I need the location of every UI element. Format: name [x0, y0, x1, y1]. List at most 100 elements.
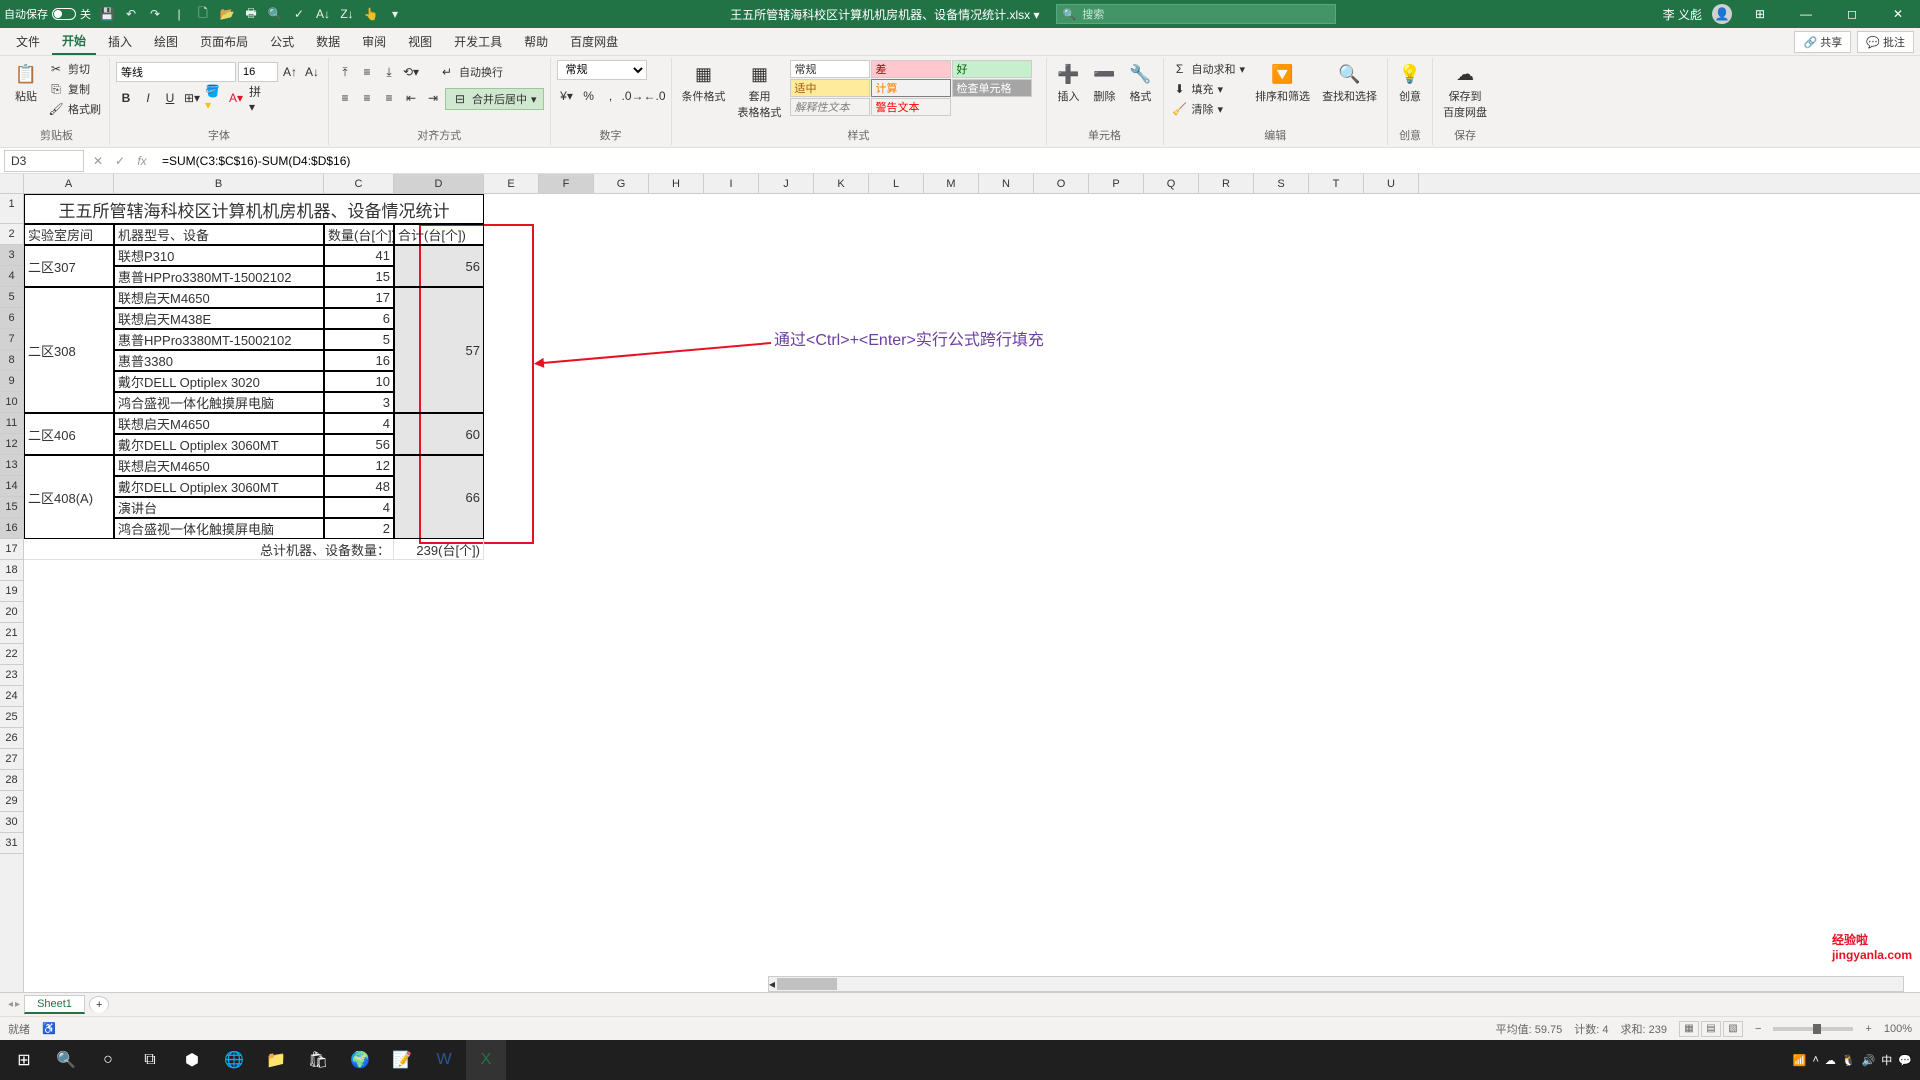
- font-name-select[interactable]: [116, 62, 236, 82]
- font-color-button[interactable]: A▾: [226, 88, 246, 108]
- open-icon[interactable]: 📂: [219, 6, 235, 22]
- tab-help[interactable]: 帮助: [514, 29, 558, 54]
- row-header-23[interactable]: 23: [0, 665, 23, 686]
- name-box[interactable]: D3: [4, 150, 84, 172]
- view-layout-icon[interactable]: ▤: [1701, 1021, 1721, 1037]
- filename[interactable]: 王五所管辖海科校区计算机机房机器、设备情况统计.xlsx ▾: [730, 6, 1039, 23]
- accessibility-icon[interactable]: ♿: [42, 1022, 56, 1035]
- row-header-25[interactable]: 25: [0, 707, 23, 728]
- format-cell-button[interactable]: 🔧格式: [1125, 60, 1157, 106]
- row-header-27[interactable]: 27: [0, 749, 23, 770]
- autosum-button[interactable]: Σ自动求和 ▾: [1170, 60, 1248, 78]
- col-header-B[interactable]: B: [114, 174, 324, 193]
- row-header-12[interactable]: 12: [0, 434, 23, 455]
- cell-qty[interactable]: 5: [324, 329, 394, 350]
- tab-formula[interactable]: 公式: [260, 29, 304, 54]
- align-top-icon[interactable]: ⤒: [335, 62, 355, 82]
- cancel-formula-icon[interactable]: ✕: [88, 154, 108, 168]
- tab-file[interactable]: 文件: [6, 29, 50, 54]
- header-qty[interactable]: 数量(台[个]): [324, 224, 394, 245]
- insert-cell-button[interactable]: ➕插入: [1053, 60, 1085, 106]
- header-total[interactable]: 合计(台[个]): [394, 224, 484, 245]
- col-header-M[interactable]: M: [924, 174, 979, 193]
- copy-button[interactable]: ⎘复制: [46, 80, 103, 98]
- sort-filter-button[interactable]: 🔽排序和筛选: [1251, 60, 1314, 106]
- style-explain[interactable]: 解释性文本: [790, 98, 870, 116]
- app-icon[interactable]: ⬢: [172, 1040, 212, 1080]
- col-header-N[interactable]: N: [979, 174, 1034, 193]
- tab-dev[interactable]: 开发工具: [444, 29, 512, 54]
- style-warn[interactable]: 警告文本: [871, 98, 951, 116]
- view-normal-icon[interactable]: ▦: [1679, 1021, 1699, 1037]
- cells-grid[interactable]: 通过<Ctrl>+<Enter>实行公式跨行填充 王五所管辖海科校区计算机机房机…: [24, 194, 1920, 992]
- cell-qty[interactable]: 17: [324, 287, 394, 308]
- tab-view[interactable]: 视图: [398, 29, 442, 54]
- cell-qty[interactable]: 16: [324, 350, 394, 371]
- indent-dec-icon[interactable]: ⇤: [401, 88, 421, 108]
- cell-total[interactable]: 56: [394, 245, 484, 287]
- row-header-5[interactable]: 5: [0, 287, 23, 308]
- row-header-7[interactable]: 7: [0, 329, 23, 350]
- row-header-3[interactable]: 3: [0, 245, 23, 266]
- col-header-P[interactable]: P: [1089, 174, 1144, 193]
- footer-label[interactable]: 总计机器、设备数量：: [24, 539, 394, 560]
- row-header-22[interactable]: 22: [0, 644, 23, 665]
- cell-model[interactable]: 联想启天M4650: [114, 287, 324, 308]
- sheet-tab-1[interactable]: Sheet1: [24, 995, 85, 1014]
- col-header-F[interactable]: F: [539, 174, 594, 193]
- align-center-icon[interactable]: ≡: [357, 88, 377, 108]
- zoom-slider[interactable]: [1773, 1027, 1853, 1031]
- redo-icon[interactable]: ↷: [147, 6, 163, 22]
- cond-format-button[interactable]: ▦条件格式: [678, 60, 730, 106]
- cell-styles-gallery[interactable]: 常规 差 好 适中 计算 检查单元格 解释性文本 警告文本: [790, 60, 1040, 116]
- taskbar-search-icon[interactable]: 🔍: [46, 1040, 86, 1080]
- col-header-H[interactable]: H: [649, 174, 704, 193]
- scroll-left-icon[interactable]: ◂: [769, 977, 775, 991]
- cell-model[interactable]: 联想启天M4650: [114, 413, 324, 434]
- cell-room[interactable]: 二区406: [24, 413, 114, 455]
- underline-button[interactable]: U: [160, 88, 180, 108]
- cell-qty[interactable]: 3: [324, 392, 394, 413]
- store-icon[interactable]: 🛍: [298, 1040, 338, 1080]
- cell-qty[interactable]: 4: [324, 497, 394, 518]
- row-header-15[interactable]: 15: [0, 497, 23, 518]
- accept-formula-icon[interactable]: ✓: [110, 154, 130, 168]
- sort-asc-icon[interactable]: A↓: [315, 6, 331, 22]
- tab-baidu[interactable]: 百度网盘: [560, 29, 628, 54]
- cell-room[interactable]: 二区307: [24, 245, 114, 287]
- tray-up-icon[interactable]: ˄: [1812, 1054, 1818, 1066]
- phonetic-button[interactable]: 拼▾: [248, 88, 268, 108]
- col-header-L[interactable]: L: [869, 174, 924, 193]
- share-button[interactable]: 🔗 共享: [1794, 31, 1851, 53]
- tab-insert[interactable]: 插入: [98, 29, 142, 54]
- cell-total[interactable]: 66: [394, 455, 484, 539]
- col-header-S[interactable]: S: [1254, 174, 1309, 193]
- touch-icon[interactable]: 👆: [363, 6, 379, 22]
- style-bad[interactable]: 差: [871, 60, 951, 78]
- row-header-4[interactable]: 4: [0, 266, 23, 287]
- orientation-icon[interactable]: ⟲▾: [401, 62, 421, 82]
- row-header-10[interactable]: 10: [0, 392, 23, 413]
- cell-qty[interactable]: 10: [324, 371, 394, 392]
- align-middle-icon[interactable]: ≡: [357, 62, 377, 82]
- tab-draw[interactable]: 绘图: [144, 29, 188, 54]
- row-headers[interactable]: 1234567891011121314151617181920212223242…: [0, 194, 24, 992]
- row-header-14[interactable]: 14: [0, 476, 23, 497]
- more-icon[interactable]: ▾: [387, 6, 403, 22]
- cell-model[interactable]: 联想启天M4650: [114, 455, 324, 476]
- excel-icon[interactable]: X: [466, 1040, 506, 1080]
- formula-input[interactable]: [156, 151, 1916, 171]
- cell-model[interactable]: 演讲台: [114, 497, 324, 518]
- col-header-A[interactable]: A: [24, 174, 114, 193]
- row-header-9[interactable]: 9: [0, 371, 23, 392]
- cell-model[interactable]: 鸿合盛视一体化触摸屏电脑: [114, 518, 324, 539]
- cell-model[interactable]: 鸿合盛视一体化触摸屏电脑: [114, 392, 324, 413]
- comma-icon[interactable]: ,: [601, 86, 621, 106]
- decrease-font-icon[interactable]: A↓: [302, 62, 322, 82]
- row-header-19[interactable]: 19: [0, 581, 23, 602]
- tray-app-icon[interactable]: ☁: [1825, 1054, 1836, 1067]
- fill-button[interactable]: ⬇填充 ▾: [1170, 80, 1248, 98]
- row-header-11[interactable]: 11: [0, 413, 23, 434]
- cell-model[interactable]: 戴尔DELL Optiplex 3060MT: [114, 476, 324, 497]
- font-size-select[interactable]: [238, 62, 278, 82]
